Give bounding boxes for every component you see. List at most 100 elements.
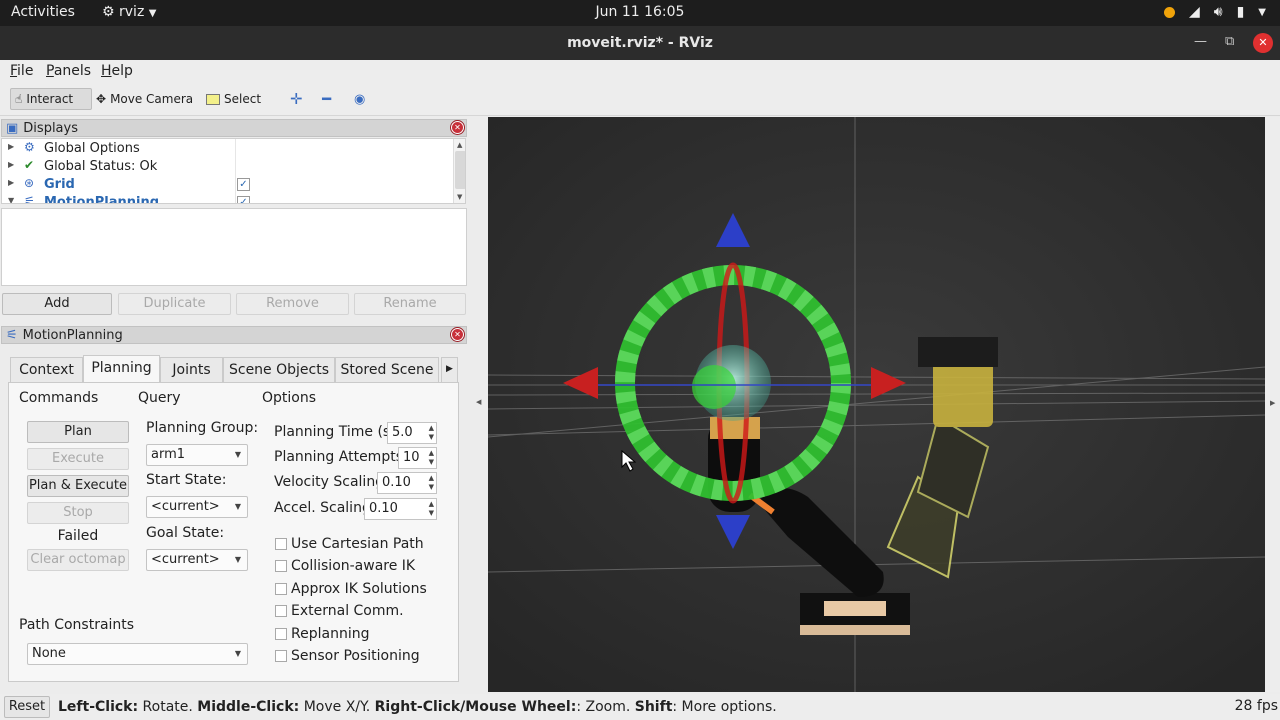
wifi-icon[interactable]: ◢ bbox=[1189, 4, 1200, 20]
clear-octomap-button[interactable]: Clear octomap bbox=[27, 549, 129, 571]
scene-render bbox=[488, 117, 1265, 692]
tree-row-global-options[interactable]: ▶ ⚙ Global Options bbox=[2, 140, 462, 158]
close-window-button[interactable]: ✕ bbox=[1253, 33, 1273, 53]
plan-execute-button[interactable]: Plan & Execute bbox=[27, 475, 129, 497]
remove-display-button[interactable]: Remove bbox=[236, 293, 349, 315]
spin-arrows-icon[interactable]: ▲ ▼ bbox=[429, 474, 434, 492]
accel-scaling-spinbox[interactable]: 0.10 ▲ ▼ bbox=[364, 498, 437, 520]
grid-icon: ⊛ bbox=[24, 176, 35, 190]
remove-tool-icon[interactable]: ━ bbox=[318, 88, 335, 110]
move-camera-label: Move Camera bbox=[110, 92, 194, 106]
3d-render-view[interactable] bbox=[488, 117, 1265, 692]
interact-label: Interact bbox=[26, 92, 74, 106]
menu-bar: File Panels Help bbox=[0, 60, 1280, 82]
tab-stored-scene[interactable]: Stored Scene bbox=[335, 357, 439, 382]
right-splitter[interactable]: ▶ bbox=[1266, 117, 1280, 692]
select-label: Select bbox=[224, 92, 262, 106]
tab-scene-objects[interactable]: Scene Objects bbox=[223, 357, 335, 382]
velocity-scaling-value: 0.10 bbox=[382, 475, 411, 490]
chevron-down-icon: ▼ bbox=[234, 649, 241, 658]
expand-arrow-icon[interactable]: ▶ bbox=[8, 160, 14, 169]
tab-context[interactable]: Context bbox=[10, 357, 83, 382]
rename-display-button[interactable]: Rename bbox=[354, 293, 466, 315]
checkbox-label: Approx IK Solutions bbox=[291, 581, 427, 597]
tree-label: Grid bbox=[44, 177, 75, 192]
goal-state-value: <current> bbox=[151, 552, 220, 567]
menu-help[interactable]: Help bbox=[101, 63, 133, 79]
motionplanning-title: MotionPlanning bbox=[22, 327, 123, 343]
commands-header: Commands bbox=[19, 390, 99, 406]
tool-properties-icon[interactable]: ◉ bbox=[350, 88, 369, 110]
move-camera-tool-button[interactable]: ✥ Move Camera bbox=[92, 88, 197, 110]
goal-state-label: Goal State: bbox=[146, 525, 225, 541]
maximize-icon[interactable]: ⧉ bbox=[1225, 34, 1234, 49]
select-tool-button[interactable]: Select bbox=[202, 88, 265, 110]
expand-arrow-icon[interactable]: ▶ bbox=[8, 178, 14, 187]
planning-attempts-spinbox[interactable]: 10 ▲ ▼ bbox=[398, 447, 437, 469]
goal-state-select[interactable]: <current> ▼ bbox=[146, 549, 248, 571]
tree-row-motionplanning[interactable]: ▼ ⚟ MotionPlanning ✓ bbox=[2, 194, 462, 204]
clock[interactable]: Jun 11 16:05 bbox=[0, 4, 1280, 20]
motionplanning-tabs: Context Planning Joints Scene Objects St… bbox=[8, 355, 460, 382]
add-display-button[interactable]: Add bbox=[2, 293, 112, 315]
tab-joints[interactable]: Joints bbox=[160, 357, 223, 382]
add-tool-icon[interactable]: ✛ bbox=[286, 88, 307, 110]
plan-status-text: Failed bbox=[57, 528, 99, 544]
hint-key: Shift bbox=[634, 699, 673, 715]
start-state-select[interactable]: <current> ▼ bbox=[146, 496, 248, 518]
battery-icon[interactable]: ▮ bbox=[1237, 4, 1245, 20]
tree-scrollbar[interactable]: ▲ ▼ bbox=[453, 139, 465, 203]
splitter-left-arrow-icon[interactable]: ◀ bbox=[476, 398, 481, 406]
plan-button[interactable]: Plan bbox=[27, 421, 129, 443]
interact-tool-button[interactable]: ☝ Interact bbox=[10, 88, 92, 110]
motion-icon: ⚟ bbox=[6, 327, 18, 343]
notification-icon[interactable] bbox=[1163, 6, 1175, 18]
hint-text: : Zoom. bbox=[576, 699, 635, 715]
spin-arrows-icon[interactable]: ▲ ▼ bbox=[429, 424, 434, 442]
window-title-bar: moveit.rviz* - RViz — ⧉ bbox=[0, 26, 1280, 60]
use-cartesian-path-checkbox[interactable] bbox=[275, 538, 287, 550]
motion-icon: ⚟ bbox=[24, 194, 35, 204]
options-header: Options bbox=[262, 390, 317, 406]
scroll-down-icon[interactable]: ▼ bbox=[457, 193, 462, 201]
tab-scroll-right-icon[interactable]: ▶ bbox=[441, 357, 458, 382]
expand-arrow-icon[interactable]: ▶ bbox=[8, 142, 14, 151]
checkbox-label: Collision-aware IK bbox=[291, 558, 416, 574]
external-comm-checkbox[interactable] bbox=[275, 605, 287, 617]
tree-label: Global Status: Ok bbox=[44, 159, 158, 174]
stop-button[interactable]: Stop bbox=[27, 502, 129, 524]
chevron-down-icon[interactable]: ▼ bbox=[1258, 7, 1266, 18]
sensor-positioning-checkbox[interactable] bbox=[275, 650, 287, 662]
close-motionplanning-icon[interactable]: ✕ bbox=[450, 327, 465, 342]
spin-arrows-icon[interactable]: ▲ ▼ bbox=[429, 449, 434, 467]
motionplanning-enabled-checkbox[interactable]: ✓ bbox=[237, 196, 250, 203]
tree-label: MotionPlanning bbox=[44, 195, 160, 204]
planning-time-spinbox[interactable]: 5.0 ▲ ▼ bbox=[387, 422, 437, 444]
menu-file[interactable]: File bbox=[10, 63, 33, 79]
approx-ik-checkbox[interactable] bbox=[275, 583, 287, 595]
tree-row-grid[interactable]: ▶ ⊛ Grid ✓ bbox=[2, 176, 462, 194]
velocity-scaling-spinbox[interactable]: 0.10 ▲ ▼ bbox=[377, 472, 437, 494]
reset-button[interactable]: Reset bbox=[4, 696, 50, 718]
planning-group-select[interactable]: arm1 ▼ bbox=[146, 444, 248, 466]
grid-enabled-checkbox[interactable]: ✓ bbox=[237, 178, 250, 191]
splitter-right-arrow-icon[interactable]: ▶ bbox=[1270, 399, 1275, 407]
tree-row-global-status[interactable]: ▶ ✔ Global Status: Ok bbox=[2, 158, 462, 176]
motionplanning-panel-header: ⚟ MotionPlanning bbox=[1, 326, 467, 344]
path-constraints-select[interactable]: None ▼ bbox=[27, 643, 248, 665]
execute-button[interactable]: Execute bbox=[27, 448, 129, 470]
tab-planning[interactable]: Planning bbox=[83, 355, 160, 382]
scroll-thumb[interactable] bbox=[455, 151, 465, 189]
volume-icon[interactable]: 🔊︎ bbox=[1214, 4, 1223, 20]
minimize-icon[interactable]: — bbox=[1194, 34, 1207, 49]
gear-icon: ⚙ bbox=[24, 140, 35, 154]
expand-arrow-icon[interactable]: ▼ bbox=[8, 196, 14, 203]
menu-panels[interactable]: Panels bbox=[46, 63, 91, 79]
scroll-up-icon[interactable]: ▲ bbox=[457, 141, 462, 149]
system-tray[interactable]: ◢ 🔊︎ ▮ ▼ bbox=[1163, 4, 1266, 20]
spin-arrows-icon[interactable]: ▲ ▼ bbox=[429, 500, 434, 518]
duplicate-display-button[interactable]: Duplicate bbox=[118, 293, 231, 315]
close-displays-icon[interactable]: ✕ bbox=[450, 120, 465, 135]
replanning-checkbox[interactable] bbox=[275, 628, 287, 640]
collision-aware-ik-checkbox[interactable] bbox=[275, 560, 287, 572]
